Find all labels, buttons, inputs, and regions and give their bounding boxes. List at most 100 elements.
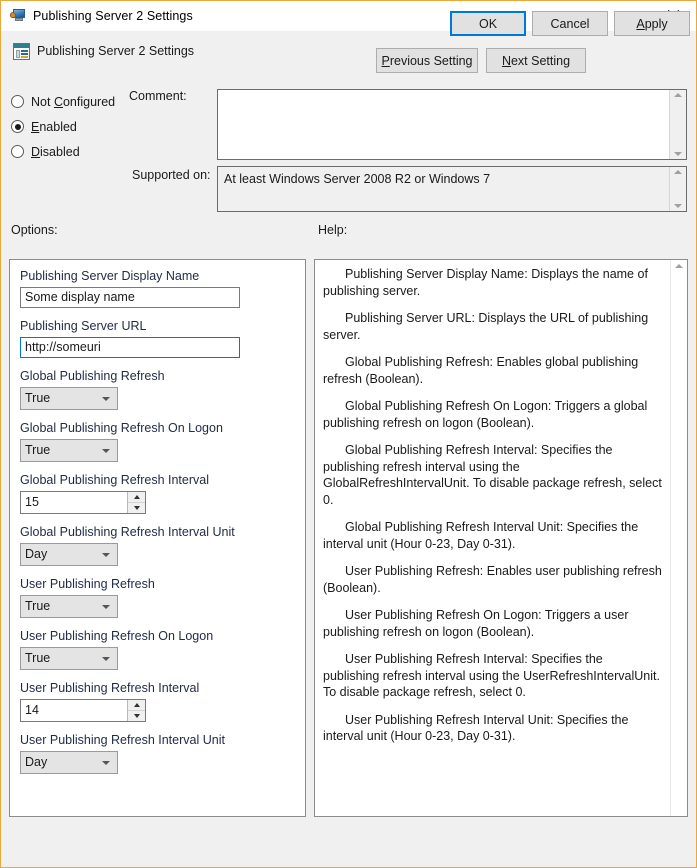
radio-disabled-indicator [11,145,24,158]
option-number-stepper[interactable]: 14 [20,699,146,722]
option-label: User Publishing Refresh [20,577,295,591]
option-number-value[interactable]: 14 [21,700,127,721]
next-setting-button[interactable]: Next Setting [486,48,586,73]
window-title: Publishing Server 2 Settings [33,9,193,23]
radio-enabled[interactable]: Enabled [11,114,115,139]
chevron-down-icon [102,657,109,661]
option-field: Global Publishing Refresh Interval 15 [20,473,295,514]
scroll-up-icon[interactable] [674,93,682,97]
comment-label: Comment: [129,89,187,103]
option-label: Publishing Server Display Name [20,269,295,283]
stepper-buttons [127,492,145,513]
help-label: Help: [318,223,347,237]
option-dropdown[interactable]: True [20,439,118,462]
chevron-down-icon [102,761,109,765]
help-paragraph: Global Publishing Refresh Interval Unit:… [323,519,662,552]
option-dropdown[interactable]: True [20,647,118,670]
help-paragraph: Publishing Server Display Name: Displays… [323,266,662,299]
scroll-down-icon[interactable] [674,204,682,208]
chevron-down-icon [102,605,109,609]
stepper-buttons [127,700,145,721]
caret-up-icon [134,495,140,499]
caret-down-icon [134,714,140,718]
options-panel: Publishing Server Display Name Some displ… [9,259,306,817]
help-paragraph: User Publishing Refresh Interval: Specif… [323,651,662,701]
supported-on-value: At least Windows Server 2008 R2 or Windo… [218,167,669,211]
option-field: Publishing Server Display Name Some displ… [20,269,295,308]
chevron-down-icon [102,553,109,557]
supported-on-scrollbar[interactable] [669,167,686,211]
help-paragraph: Global Publishing Refresh Interval: Spec… [323,442,662,508]
option-label: Global Publishing Refresh Interval Unit [20,525,295,539]
supported-on-box: At least Windows Server 2008 R2 or Windo… [217,166,687,212]
option-text-input[interactable]: Some display name [20,287,240,308]
scroll-up-icon[interactable] [674,170,682,174]
option-label: User Publishing Refresh On Logon [20,629,295,643]
radio-not-configured-label: Not Configured [31,95,115,109]
help-paragraph: Global Publishing Refresh On Logon: Trig… [323,398,662,431]
comment-scrollbar[interactable] [669,90,686,159]
option-dropdown-value: True [25,651,50,665]
comment-textarea[interactable] [217,89,687,160]
radio-disabled-label: Disabled [31,145,80,159]
help-paragraph: User Publishing Refresh On Logon: Trigge… [323,607,662,640]
apply-button[interactable]: Apply [614,11,690,36]
supported-on-label: Supported on: [132,168,211,182]
option-dropdown[interactable]: True [20,387,118,410]
help-paragraph: User Publishing Refresh: Enables user pu… [323,563,662,596]
caret-up-icon [134,703,140,707]
option-field: User Publishing Refresh Interval 14 [20,681,295,722]
policy-state-radio-group: Not Configured Enabled Disabled [11,89,115,164]
option-dropdown-value: True [25,443,50,457]
help-paragraph: Publishing Server URL: Displays the URL … [323,310,662,343]
option-field: User Publishing Refresh Interval UnitDay [20,733,295,774]
option-dropdown-value: Day [25,547,47,561]
option-field: Global Publishing Refresh On Logon True [20,421,295,462]
help-panel: Publishing Server Display Name: Displays… [314,259,688,817]
option-label: Global Publishing Refresh Interval [20,473,295,487]
option-field: Global Publishing Refresh Interval Unit D… [20,525,295,566]
scroll-up-icon[interactable] [675,264,683,268]
option-dropdown[interactable]: True [20,595,118,618]
stepper-down-button[interactable] [128,710,145,721]
option-label: Global Publishing Refresh On Logon [20,421,295,435]
stepper-up-button[interactable] [128,700,145,710]
option-dropdown-value: True [25,599,50,613]
help-scrollbar[interactable] [670,260,687,816]
cancel-button[interactable]: Cancel [532,11,608,36]
settings-dialog-window: Publishing Server 2 Settings Publishing … [0,0,697,868]
help-paragraph: Global Publishing Refresh: Enables globa… [323,354,662,387]
option-dropdown-value: True [25,391,50,405]
option-label: Global Publishing Refresh [20,369,295,383]
option-label: User Publishing Refresh Interval [20,681,295,695]
option-field: User Publishing Refresh On Logon True [20,629,295,670]
previous-setting-button[interactable]: Previous Setting [376,48,478,73]
options-label: Options: [11,223,58,237]
option-dropdown[interactable]: Day [20,751,118,774]
chevron-down-icon [102,449,109,453]
scroll-down-icon[interactable] [674,152,682,156]
stepper-up-button[interactable] [128,492,145,502]
option-field: Global Publishing Refresh True [20,369,295,410]
option-number-stepper[interactable]: 15 [20,491,146,514]
caret-down-icon [134,506,140,510]
option-field: Publishing Server URL http://someuri [20,319,295,358]
dialog-footer [2,820,695,866]
comment-value[interactable] [218,90,669,159]
option-dropdown-value: Day [25,755,47,769]
option-field: User Publishing Refresh True [20,577,295,618]
option-number-value[interactable]: 15 [21,492,127,513]
option-dropdown[interactable]: Day [20,543,118,566]
radio-not-configured[interactable]: Not Configured [11,89,115,114]
chevron-down-icon [102,397,109,401]
ok-button[interactable]: OK [450,11,526,36]
option-text-input[interactable]: http://someuri [20,337,240,358]
option-label: Publishing Server URL [20,319,295,333]
publishing-server-icon [10,8,26,24]
radio-disabled[interactable]: Disabled [11,139,115,164]
radio-enabled-label: Enabled [31,120,77,134]
stepper-down-button[interactable] [128,502,145,513]
radio-not-configured-indicator [11,95,24,108]
page-title: Publishing Server 2 Settings [37,43,194,60]
radio-enabled-indicator [11,120,24,133]
